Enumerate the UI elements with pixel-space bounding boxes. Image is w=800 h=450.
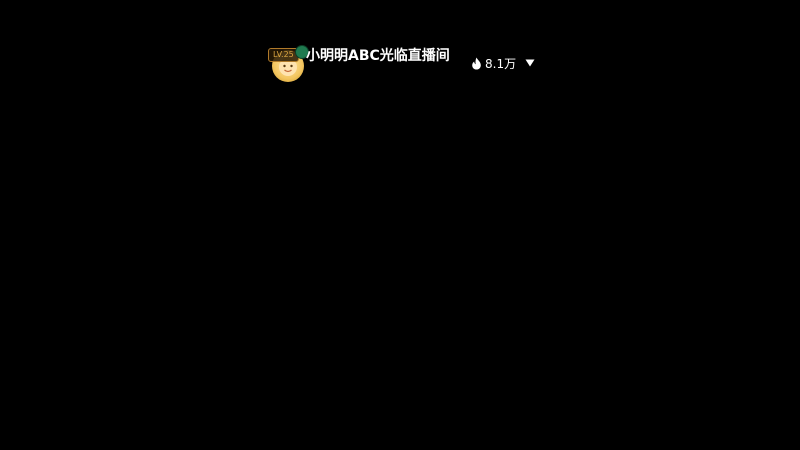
flame-icon: [472, 57, 481, 69]
streamer-avatar-group[interactable]: LV.25: [268, 44, 309, 82]
heat-counter: 8.1万: [471, 54, 516, 72]
live-stream-view: LV.25 小明明ABC光临直播间 8.1万: [0, 0, 800, 450]
heat-value: 8.1万: [485, 56, 517, 71]
dropdown-button[interactable]: [522, 55, 538, 71]
stream-info-bar: LV.25 小明明ABC光临直播间 8.1万: [268, 44, 540, 82]
room-title: 小明明ABC光临直播间: [306, 48, 450, 64]
caret-down-icon: [525, 59, 535, 67]
